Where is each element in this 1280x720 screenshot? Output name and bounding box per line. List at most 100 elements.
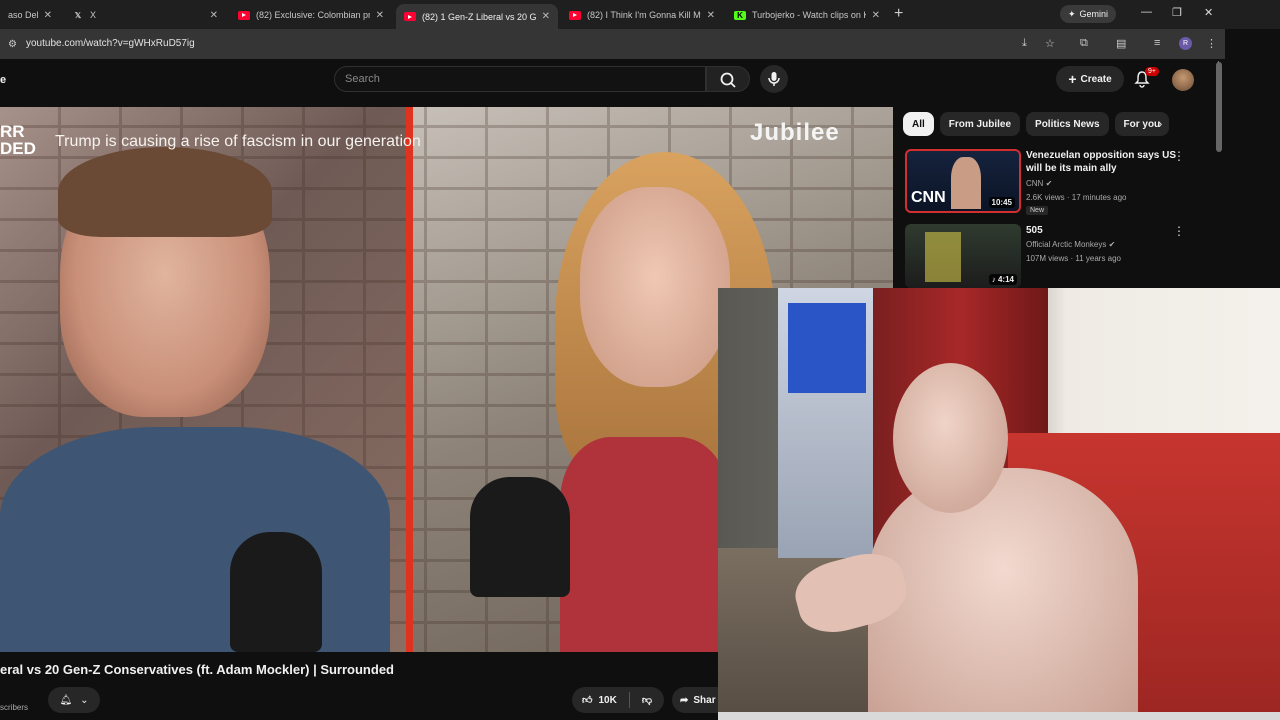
channel-name[interactable]: Official Arctic Monkeys ✔	[1026, 240, 1115, 249]
kebab-menu-icon[interactable]: ⋮	[1206, 37, 1217, 50]
man-shirt	[0, 427, 390, 652]
close-icon[interactable]: ✕	[210, 10, 218, 21]
divider	[628, 692, 630, 708]
kick-icon: K	[734, 10, 746, 20]
like-dislike-group: 👍︎ 10K 👎︎	[572, 687, 664, 713]
tab-title: (82) 1 Gen-Z Liberal vs 20 Gen	[422, 11, 536, 22]
tab-title: (82) I Think I'm Gonna Kill Mys	[587, 10, 701, 20]
subscription-notification-button[interactable]: 🔔︎ ⌄	[48, 687, 100, 713]
microphone-right	[470, 477, 570, 597]
chip-from-jubilee[interactable]: From Jubilee	[939, 112, 1021, 136]
browser-tab[interactable]: (82) Exclusive: Colombian presi ✕	[230, 4, 392, 26]
browser-tab[interactable]: K Turbojerko - Watch clips on Ki ✕	[726, 4, 888, 26]
create-button[interactable]: + Create	[1056, 66, 1124, 92]
close-window-icon[interactable]: ✕	[1204, 6, 1213, 19]
more-vert-icon[interactable]: ⋮	[1173, 149, 1185, 163]
new-tab-icon[interactable]: +	[894, 5, 903, 23]
youtube-logo-fragment[interactable]: e	[0, 74, 6, 86]
man-hair	[58, 147, 272, 237]
youtube-icon	[569, 10, 581, 20]
cnn-logo: CNN	[911, 189, 946, 206]
browser-tab[interactable]: aso Del G ✕	[0, 4, 60, 26]
microphone-icon	[768, 72, 780, 86]
voice-search-button[interactable]	[760, 65, 788, 93]
webcam-overlay	[718, 288, 1280, 720]
tab-title: aso Del G	[8, 10, 38, 20]
chip-politics-news[interactable]: Politics News	[1026, 112, 1109, 136]
verified-check-icon: ✔	[1108, 240, 1116, 249]
search-icon	[720, 72, 736, 88]
video-meta: 2.6K views · 17 minutes ago	[1026, 193, 1127, 202]
close-icon[interactable]: ✕	[44, 10, 52, 21]
site-settings-icon[interactable]: ⚙	[8, 39, 17, 50]
side-panel-icon[interactable]: ▤	[1116, 37, 1126, 50]
beer-box	[788, 303, 866, 393]
thumbs-up-icon[interactable]: 👍︎	[582, 694, 592, 706]
address-bar: ⚙ youtube.com/watch?v=gWHxRuD57ig ⤓ ☆ ⧉ …	[0, 29, 1225, 59]
page-scrollbar[interactable]	[1216, 62, 1222, 152]
chevron-right-icon[interactable]: ›	[1158, 116, 1162, 131]
search-input[interactable]: Search	[334, 66, 706, 92]
recommendation-item[interactable]: ♪ 4:14 505 Official Arctic Monkeys ✔ 107…	[905, 224, 1215, 288]
channel-name[interactable]: CNN ✔	[1026, 179, 1052, 188]
youtube-icon	[404, 12, 416, 21]
youtube-header: e Search + Create 9+	[0, 59, 1225, 103]
subscriber-count: scribers	[0, 703, 29, 712]
more-vert-icon[interactable]: ⋮	[1173, 224, 1185, 238]
browser-tab[interactable]: 𝕏 X ✕	[64, 4, 226, 26]
restore-icon[interactable]: ❐	[1172, 6, 1182, 19]
woman-face	[580, 187, 730, 387]
recommendation-title[interactable]: 505	[1026, 224, 1186, 237]
tab-title: Turbojerko - Watch clips on Ki	[752, 10, 866, 20]
verified-check-icon: ✔	[1045, 179, 1053, 188]
video-caption: Trump is causing a rise of fascism in ou…	[55, 133, 421, 150]
thumbs-down-icon[interactable]: 👎︎	[642, 694, 652, 706]
browser-tab[interactable]: (82) I Think I'm Gonna Kill Mys ✕	[561, 4, 723, 26]
search-button[interactable]	[706, 66, 750, 92]
media-controls-icon[interactable]: ≡	[1154, 37, 1160, 49]
surrounded-logo: RR DED	[0, 122, 36, 158]
webcam-bottom-bar	[718, 712, 1280, 720]
sparkle-icon: ✦	[1068, 8, 1076, 19]
recommendation-title[interactable]: Venezuelan opposition says US will be it…	[1026, 149, 1186, 175]
notification-badge: 9+	[1145, 67, 1159, 76]
like-count[interactable]: 10K	[598, 695, 616, 706]
create-label: Create	[1080, 73, 1112, 85]
plus-icon: +	[1068, 71, 1077, 87]
recommendation-item[interactable]: CNN 10:45 Venezuelan opposition says US …	[905, 149, 1215, 215]
chip-all[interactable]: All	[903, 112, 934, 136]
browser-tab-active[interactable]: (82) 1 Gen-Z Liberal vs 20 Gen ✕	[396, 4, 558, 29]
extensions-icon[interactable]: ⧉	[1080, 37, 1088, 50]
user-avatar[interactable]	[1172, 69, 1194, 91]
filter-chips: All From Jubilee Politics News For you	[903, 112, 1170, 136]
thumbnail-graphic	[925, 232, 961, 282]
profile-avatar[interactable]: R	[1179, 37, 1192, 50]
gemini-button[interactable]: ✦ Gemini	[1060, 5, 1117, 23]
share-arrow-icon: ➦	[680, 694, 689, 706]
minimize-icon[interactable]: —	[1141, 6, 1152, 18]
url-field[interactable]: youtube.com/watch?v=gWHxRuD57ig	[26, 38, 195, 49]
streamer-head	[893, 363, 1008, 513]
close-icon[interactable]: ✕	[872, 10, 880, 21]
video-duration: 10:45	[988, 197, 1015, 208]
close-icon[interactable]: ✕	[707, 10, 715, 21]
video-title: eral vs 20 Gen-Z Conservatives (ft. Adam…	[0, 662, 394, 677]
video-thumbnail[interactable]: ♪ 4:14	[905, 224, 1021, 288]
video-duration: ♪ 4:14	[988, 274, 1017, 285]
bookmark-star-icon[interactable]: ☆	[1045, 37, 1055, 50]
split-divider	[406, 107, 413, 652]
tab-title: (82) Exclusive: Colombian presi	[256, 10, 370, 20]
youtube-icon	[238, 10, 250, 20]
video-meta: 107M views · 11 years ago	[1026, 254, 1122, 263]
anchor-figure	[951, 157, 981, 209]
streamer-body	[868, 468, 1138, 720]
close-icon[interactable]: ✕	[542, 11, 550, 22]
bell-icon: 🔔︎	[59, 694, 73, 706]
new-badge: New	[1026, 206, 1049, 215]
install-icon[interactable]: ⤓	[1022, 37, 1027, 50]
microphone-left	[230, 532, 322, 652]
share-label: Shar	[693, 694, 716, 706]
browser-tab-bar: aso Del G ✕ 𝕏 X ✕ (82) Exclusive: Colomb…	[0, 0, 1280, 29]
video-thumbnail[interactable]: CNN 10:45	[905, 149, 1021, 213]
close-icon[interactable]: ✕	[376, 10, 384, 21]
